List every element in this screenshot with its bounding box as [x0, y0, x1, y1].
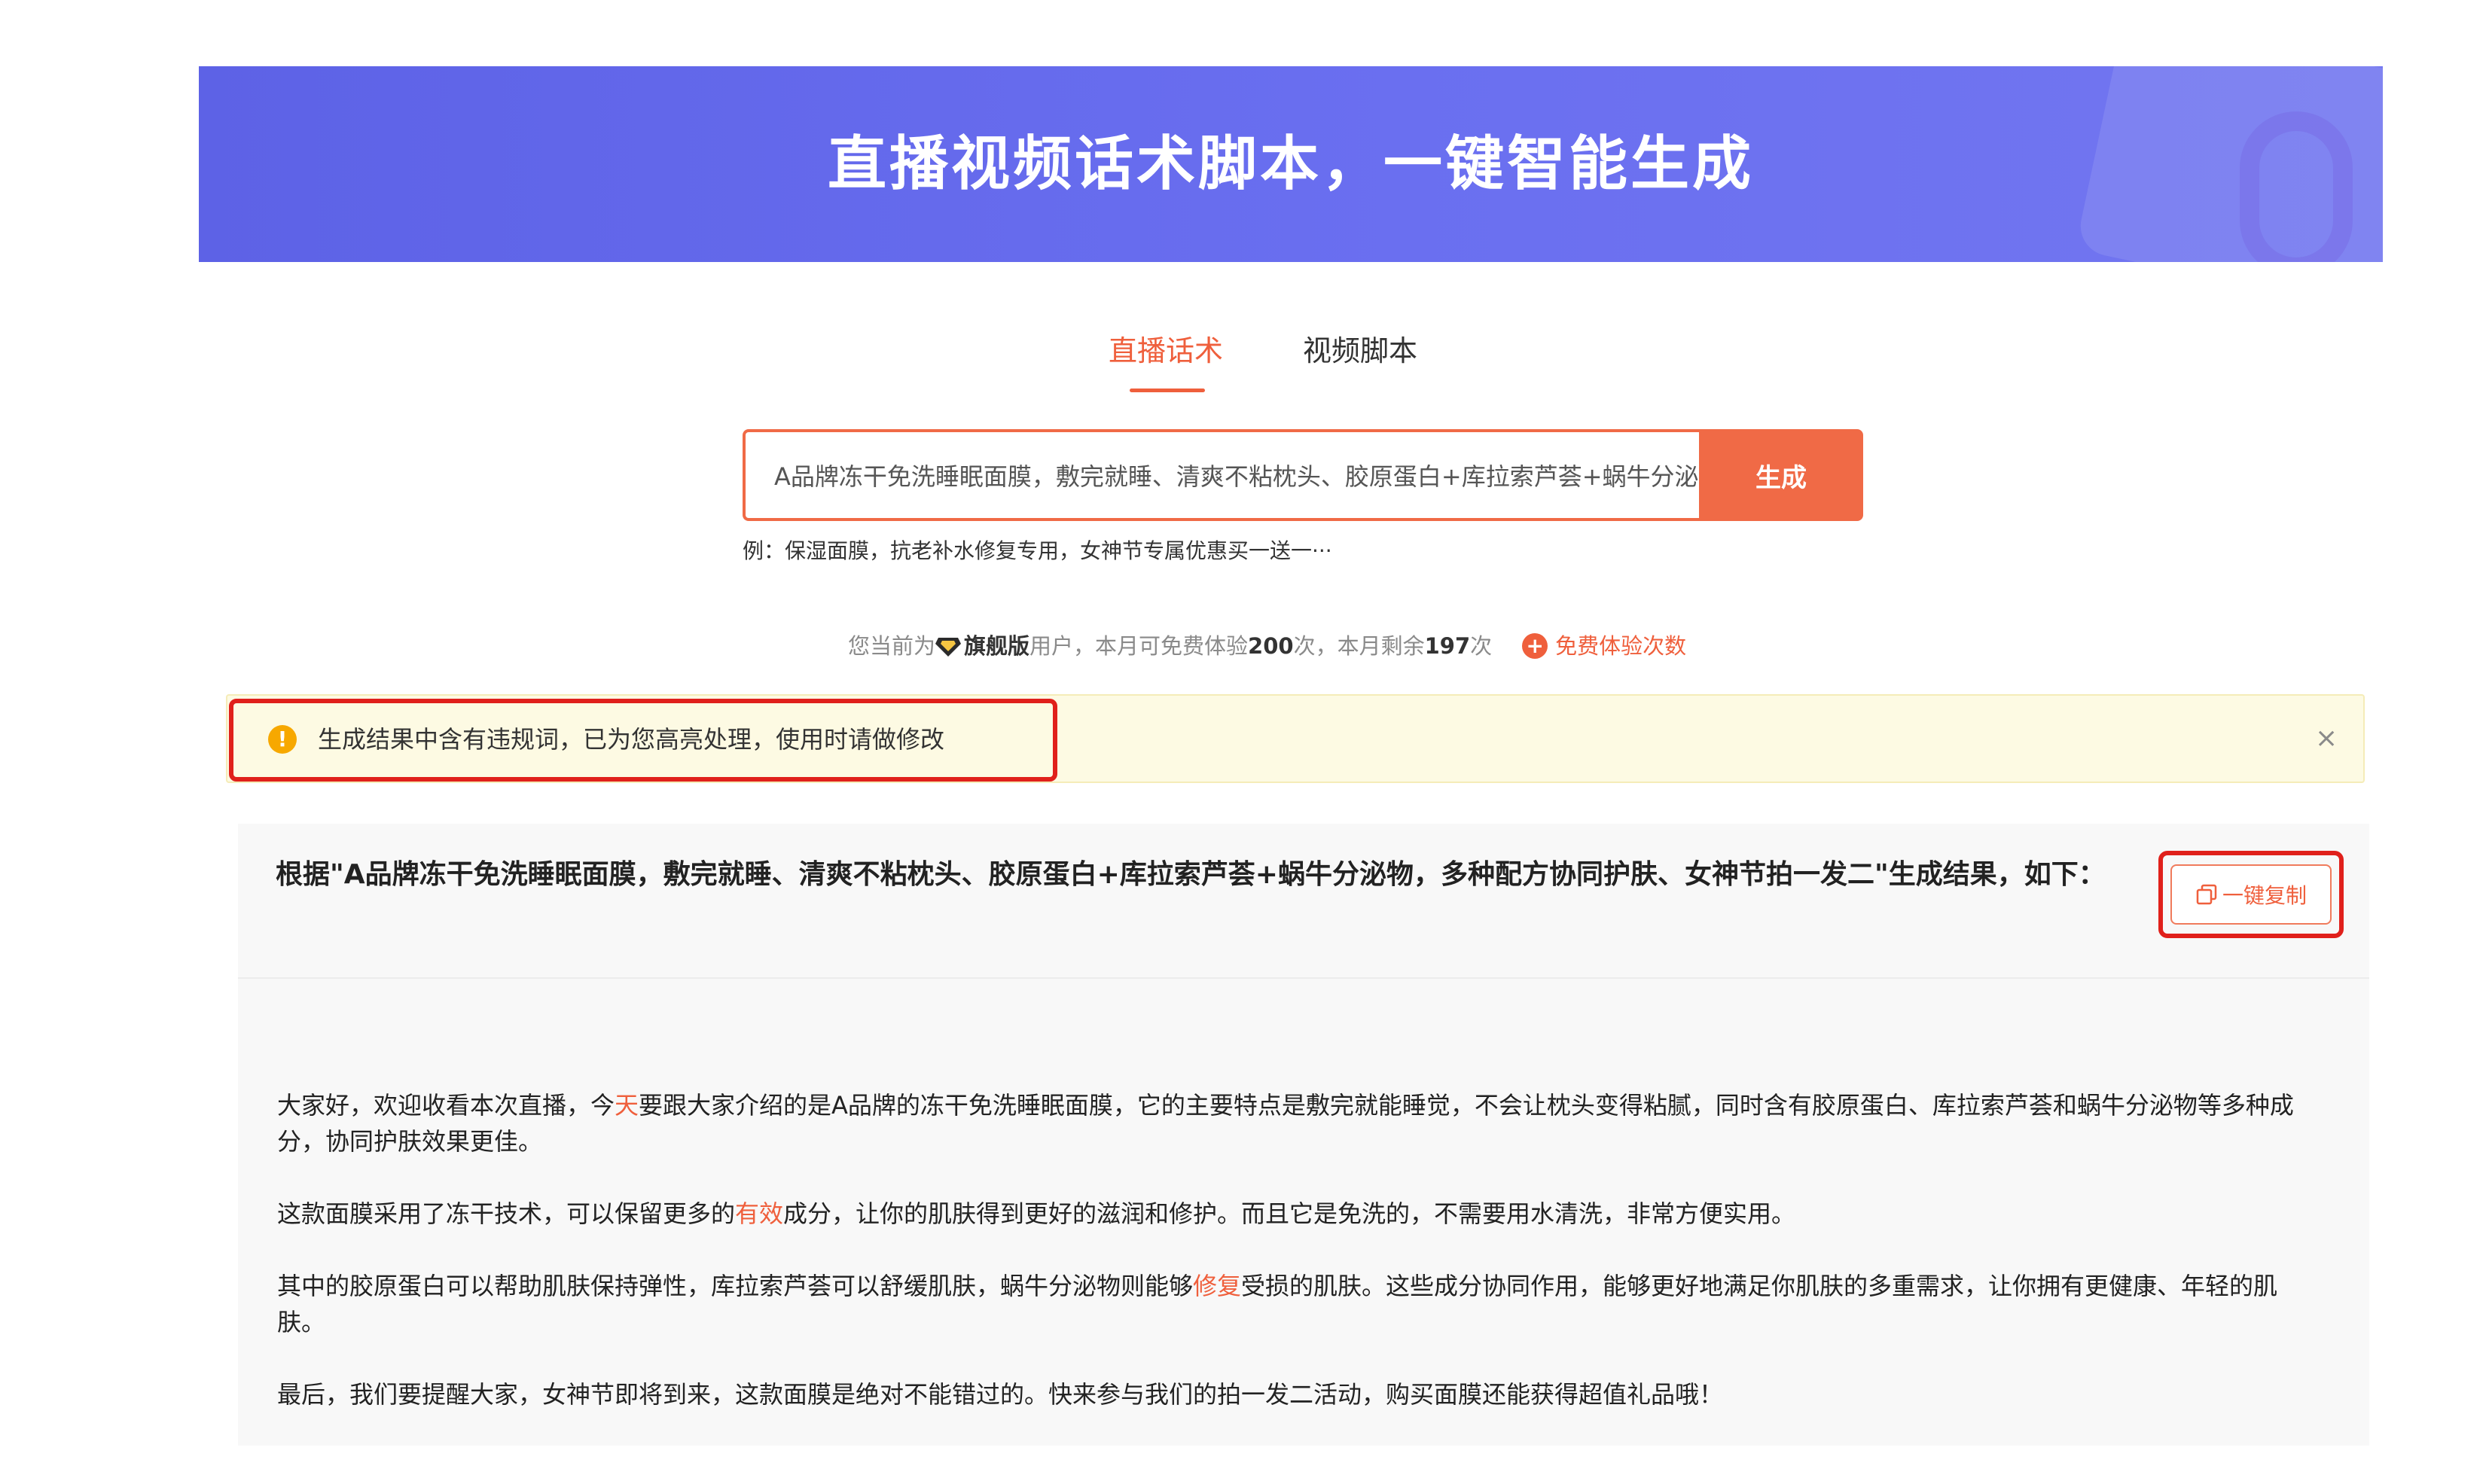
copy-all-button[interactable]: 一键复制 [2170, 864, 2332, 925]
flagged-word: 修复 [1193, 1272, 1242, 1300]
quota-info: 您当前为 旗舰版 用户，本月可免费体验 200 次，本月剩余 197 次 + 免… [848, 631, 1686, 661]
quota-mid1: 用户，本月可免费体验 [1029, 633, 1249, 659]
warning-text: 生成结果中含有违规词，已为您高亮处理，使用时请做修改 [318, 725, 945, 754]
quota-total: 200 [1248, 633, 1294, 659]
page-banner: 直播视频话术脚本，一键智能生成 [199, 66, 2383, 262]
tab-live-script[interactable]: 直播话术 [1109, 328, 1223, 373]
copy-label: 一键复制 [2222, 883, 2307, 908]
result-paragraph-4: 最后，我们要提醒大家，女神节即将到来，这款面膜是绝对不能错过的。快来参与我们的拍… [277, 1380, 1724, 1409]
warning-icon: ! [268, 725, 297, 754]
search-box [743, 429, 1702, 521]
quota-remaining: 197 [1424, 633, 1471, 659]
generate-button[interactable]: 生成 [1699, 429, 1863, 521]
banner-title: 直播视频话术脚本，一键智能生成 [827, 130, 1754, 198]
result-divider [238, 977, 2369, 979]
diamond-icon [935, 638, 962, 657]
prompt-input[interactable] [774, 461, 1702, 489]
quota-prefix: 您当前为 [848, 633, 936, 659]
result-heading: 根据"A品牌冻干免洗睡眠面膜，敷完就睡、清爽不粘枕头、胶原蛋白+库拉索芦荟+蜗牛… [276, 859, 2106, 890]
quota-suffix: 次 [1470, 633, 1493, 659]
example-hint: 例：保湿面膜，抗老补水修复专用，女神节专属优惠买一送一··· [743, 538, 1332, 563]
result-paragraph-1: 大家好，欢迎收看本次直播，今天要跟大家介绍的是A品牌的冻干免洗睡眠面膜，它的主要… [277, 1091, 2294, 1156]
plus-icon: + [1522, 633, 1548, 659]
result-paragraph-2: 这款面膜采用了冻干技术，可以保留更多的有效成分，让你的肌肤得到更好的滋润和修护。… [277, 1199, 1796, 1228]
plan-name: 旗舰版 [964, 633, 1030, 659]
quota-mid2: 次，本月剩余 [1293, 633, 1425, 659]
free-trial-label: 免费体验次数 [1555, 633, 1687, 659]
result-paragraph-3: 其中的胶原蛋白可以帮助肌肤保持弹性，库拉索芦荟可以舒缓肌肤，蜗牛分泌物则能够修复… [277, 1272, 2278, 1336]
flagged-word: 天 [615, 1091, 639, 1120]
active-tab-indicator [1130, 389, 1205, 392]
copy-icon [2196, 884, 2217, 905]
close-icon[interactable]: × [2315, 720, 2338, 757]
flagged-word: 有效 [735, 1199, 784, 1228]
tab-video-script[interactable]: 视频脚本 [1303, 328, 1417, 373]
free-trial-link[interactable]: + 免费体验次数 [1522, 631, 1686, 661]
